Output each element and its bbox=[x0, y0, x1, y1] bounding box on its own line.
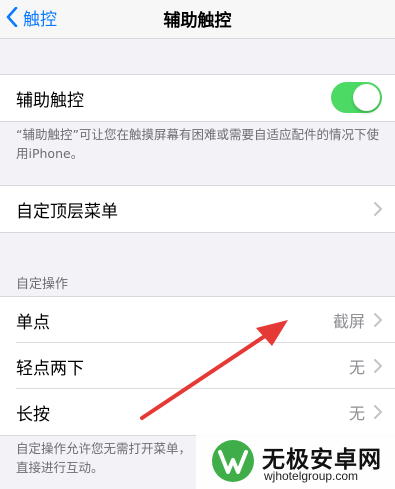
customize-menu-label: 自定顶层菜单 bbox=[16, 201, 118, 222]
chevron-right-icon bbox=[374, 405, 382, 419]
action-row-double-tap[interactable]: 轻点两下 无 bbox=[0, 343, 395, 389]
action-row-value: 无 bbox=[348, 358, 365, 377]
action-row-value: 截屏 bbox=[332, 312, 365, 331]
action-row-label: 单点 bbox=[16, 312, 50, 333]
assistive-touch-description: “辅助触控”可让您在触摸屏幕有困难或需要自适应配件的情况下使用iPhone。 bbox=[16, 127, 379, 161]
assistive-touch-toggle[interactable] bbox=[331, 82, 382, 113]
custom-actions-footer: 自定操作允许您无需打开菜单，直接进行互动。 bbox=[16, 441, 192, 475]
action-row-label: 轻点两下 bbox=[16, 358, 84, 379]
action-row-label: 长按 bbox=[16, 404, 50, 425]
watermark-logo-icon bbox=[212, 440, 254, 482]
assistive-touch-label: 辅助触控 bbox=[16, 90, 84, 111]
chevron-right-icon bbox=[374, 313, 382, 327]
page-title: 辅助触控 bbox=[163, 11, 232, 31]
customize-menu-row[interactable]: 自定顶层菜单 bbox=[0, 186, 395, 232]
toggle-knob bbox=[353, 84, 380, 111]
custom-actions-header: 自定操作 bbox=[16, 277, 69, 292]
assistive-touch-row: 辅助触控 bbox=[0, 75, 395, 121]
customize-menu-group: 自定顶层菜单 bbox=[0, 185, 395, 233]
custom-actions-group: 单点 截屏 轻点两下 无 长按 无 bbox=[0, 296, 395, 436]
watermark: 无极安卓网 wjhotelgroup.com bbox=[196, 434, 395, 489]
action-row-single-tap[interactable]: 单点 截屏 bbox=[0, 297, 395, 343]
chevron-right-icon bbox=[374, 202, 382, 216]
navigation-bar: 触控 辅助触控 bbox=[0, 0, 395, 39]
action-row-long-press[interactable]: 长按 无 bbox=[0, 389, 395, 435]
assistive-touch-group: 辅助触控 bbox=[0, 74, 395, 122]
chevron-right-icon bbox=[374, 359, 382, 373]
action-row-value: 无 bbox=[348, 404, 365, 423]
watermark-url: wjhotelgroup.com bbox=[264, 469, 359, 483]
